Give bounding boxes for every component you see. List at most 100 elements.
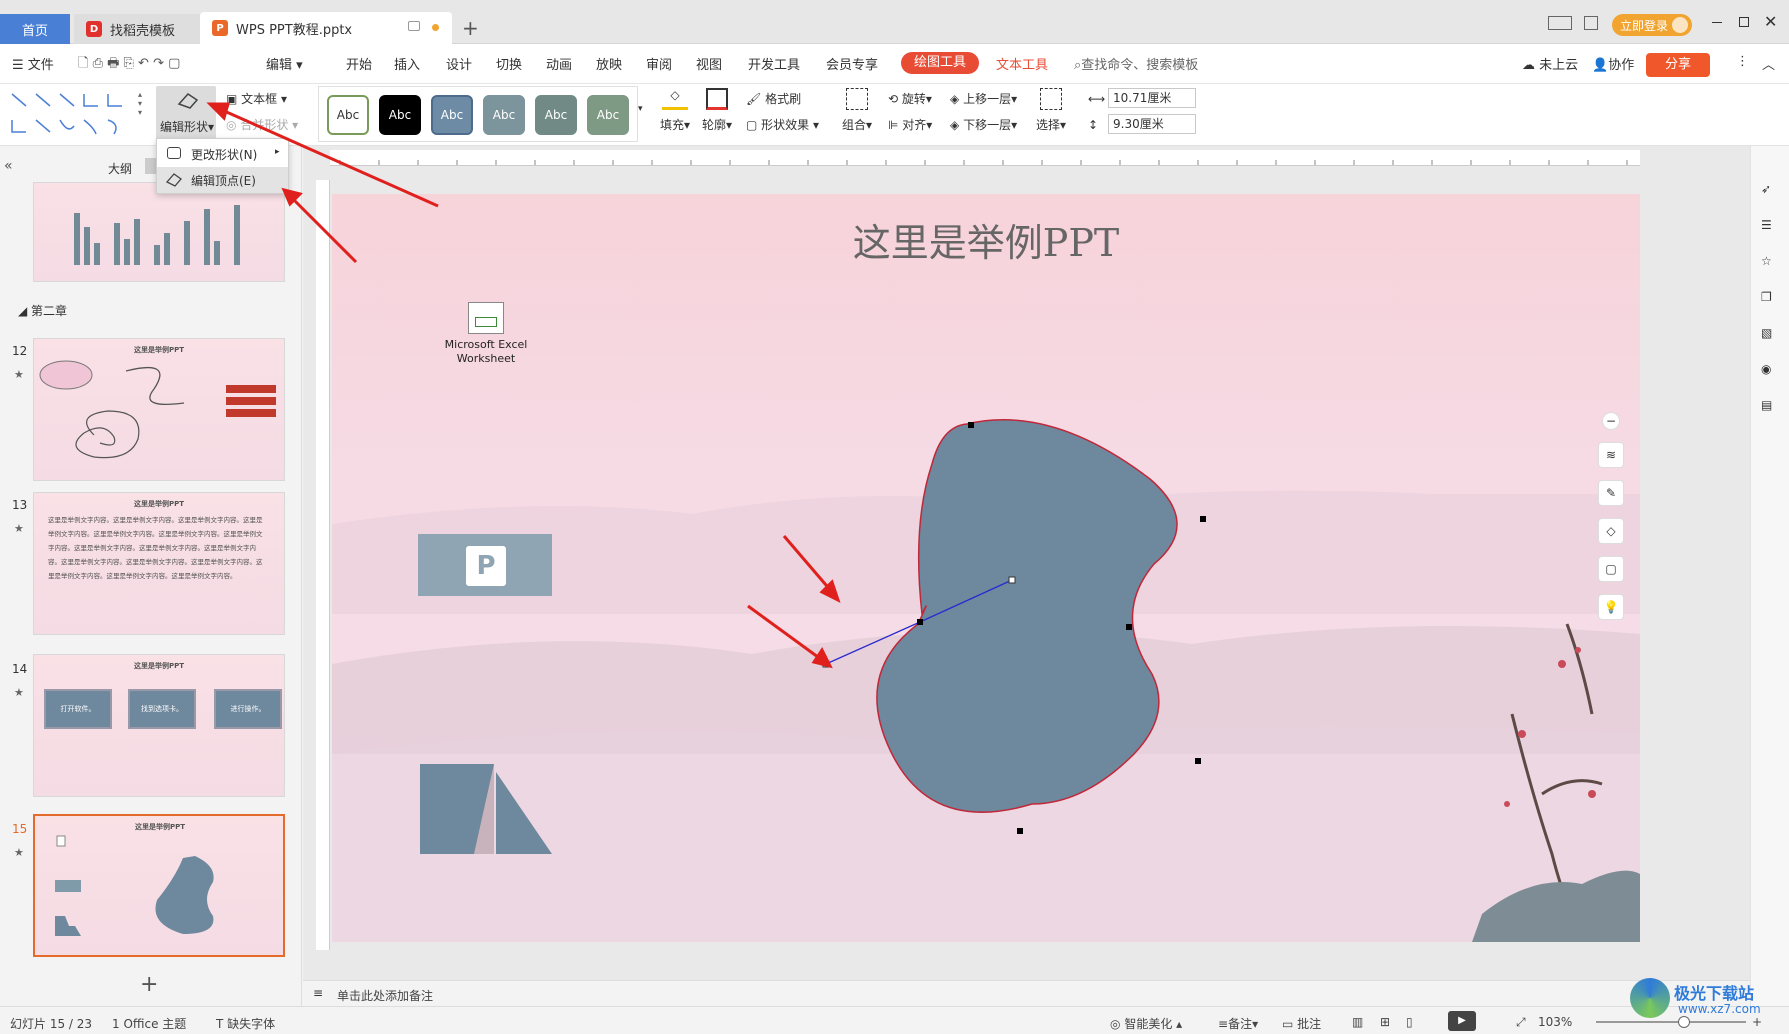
maximize-icon[interactable] xyxy=(1739,17,1749,27)
menu-edit[interactable]: 编辑 ▾ xyxy=(266,54,303,73)
width-input[interactable]: 10.71厘米 xyxy=(1108,88,1196,108)
style-swatch-2[interactable]: Abc xyxy=(379,95,421,135)
menu-switch[interactable]: 切换 xyxy=(496,54,522,73)
line-shapes-gallery[interactable] xyxy=(8,88,138,140)
style-swatch-4[interactable]: Abc xyxy=(483,95,525,135)
sliders-icon[interactable]: ☰ xyxy=(1761,218,1779,236)
menu-draw-tools[interactable]: 绘图工具 xyxy=(901,52,979,74)
slide-thumbnail-15[interactable]: 这里是举例PPT xyxy=(33,814,285,957)
quick-access-icons[interactable]: 🗋 ⎙ 🖶 ⎘ ↶ ↷ ▢ xyxy=(78,54,180,76)
smart-beautify-button[interactable]: ◎ 智能美化 ▴ xyxy=(1110,1015,1182,1032)
shape-style-gallery: Abc Abc Abc Abc Abc Abc xyxy=(318,86,638,142)
collapse-ribbon-icon[interactable]: ︿ xyxy=(1762,54,1775,73)
textbox-button[interactable]: ▣ 文本框 ▾ xyxy=(226,90,287,107)
zoom-level[interactable]: 103% xyxy=(1538,1015,1572,1029)
shape-effect-button[interactable]: ▢ 形状效果 ▾ xyxy=(746,116,819,133)
bring-forward-icon: ◈ xyxy=(950,92,960,106)
slide-number-14: 14 xyxy=(12,662,28,676)
merge-shape-button[interactable]: ◎ 合并形状 ▾ xyxy=(226,116,298,133)
share-button[interactable]: 分享 xyxy=(1646,53,1710,77)
select-button[interactable]: 选择▾ xyxy=(1036,86,1066,133)
group-button[interactable]: 组合▾ xyxy=(842,86,872,133)
format-painter-button[interactable]: 🖌 格式刷 xyxy=(746,90,801,107)
fit-window-icon[interactable]: ⤢ xyxy=(1516,1015,1526,1030)
menu-design[interactable]: 设计 xyxy=(446,54,472,73)
comment-button[interactable]: ▭ 批注 xyxy=(1282,1015,1321,1032)
edit-shape-dropdown: 更改形状(N) ▸ 编辑顶点(E) xyxy=(156,138,289,194)
monitor-icon[interactable] xyxy=(408,21,420,31)
notes-bar[interactable]: ≡ 单击此处添加备注 xyxy=(303,980,1750,1006)
normal-view-icon[interactable]: ▥ xyxy=(1352,1015,1363,1029)
menu-file[interactable]: ☰ 文件 xyxy=(12,54,54,73)
layout-icon[interactable] xyxy=(1548,16,1572,30)
change-shape-item[interactable]: 更改形状(N) ▸ xyxy=(157,141,288,167)
merge-shape-icon: ◎ xyxy=(226,118,237,132)
copy-icon[interactable]: ❐ xyxy=(1761,290,1779,308)
collapse-panel-icon[interactable]: « xyxy=(4,158,13,174)
menu-insert[interactable]: 插入 xyxy=(394,54,420,73)
tab-document[interactable]: P WPS PPT教程.pptx xyxy=(200,12,452,44)
cloud-icon: ☁ xyxy=(1522,58,1535,73)
style-swatch-1[interactable]: Abc xyxy=(327,95,369,135)
menu-view[interactable]: 视图 xyxy=(696,54,722,73)
align-button[interactable]: ⊫ 对齐▾ xyxy=(888,116,932,133)
gallery-scroll-icon[interactable]: ▴ ▾ ▾ xyxy=(138,90,142,117)
book-icon[interactable]: ▤ xyxy=(1761,398,1779,416)
location-icon[interactable]: ◉ xyxy=(1761,362,1779,380)
fill-bucket-icon: ◇ xyxy=(662,88,689,110)
more-icon[interactable]: ⋮ xyxy=(1736,54,1749,69)
minimize-icon[interactable] xyxy=(1712,22,1722,23)
rocket-icon[interactable]: ➶ xyxy=(1761,182,1779,200)
add-slide-button[interactable]: + xyxy=(140,972,158,997)
fill-button[interactable]: ◇ 填充▾ xyxy=(660,86,690,133)
animation-star-icon: ★ xyxy=(14,522,24,535)
sorter-view-icon[interactable]: ⊞ xyxy=(1380,1015,1390,1029)
menu-file-label: 文件 xyxy=(27,58,54,73)
send-backward-button[interactable]: ◈ 下移一层▾ xyxy=(950,116,1017,133)
tab-template[interactable]: D 找稻壳模板 xyxy=(74,14,200,44)
outline-button[interactable]: 轮廓▾ xyxy=(702,86,732,133)
height-input[interactable]: 9.30厘米 xyxy=(1108,114,1196,134)
notes-toggle-button[interactable]: ≡备注▾ xyxy=(1218,1015,1258,1032)
theme-name[interactable]: 1 Office 主题 xyxy=(112,1015,186,1032)
slide-thumbnail-14[interactable]: 这里是举例PPT 打开软件。 找到选项卡。 进行操作。 xyxy=(33,654,285,797)
menu-member[interactable]: 会员专享 xyxy=(826,54,878,73)
notes-icon: ≡ xyxy=(313,986,324,1000)
send-backward-label: 下移一层 xyxy=(963,118,1012,132)
grid-apps-icon[interactable] xyxy=(1584,16,1598,30)
cloud-status[interactable]: ☁ 未上云 xyxy=(1522,54,1578,73)
play-slideshow-button[interactable]: ▶ xyxy=(1448,1011,1476,1031)
bring-forward-button[interactable]: ◈ 上移一层▾ xyxy=(950,90,1017,107)
section-chapter-2[interactable]: ◢ 第二章 xyxy=(18,302,67,319)
style-gallery-expand-icon[interactable]: ▾ xyxy=(638,104,643,114)
collab-button[interactable]: 👤协作 xyxy=(1592,54,1634,73)
edit-shape-button[interactable]: 编辑形状▾ xyxy=(156,86,216,142)
slide-canvas[interactable]: 这里是举例PPT Microsoft Excel Worksheet P − ≋… xyxy=(332,194,1640,942)
image-icon[interactable]: ▧ xyxy=(1761,326,1779,344)
menu-text-tools[interactable]: 文本工具 xyxy=(996,54,1048,73)
menu-developer[interactable]: 开发工具 xyxy=(748,54,800,73)
menu-start[interactable]: 开始 xyxy=(346,54,372,73)
slide-thumbnail-12[interactable]: 这里是举例PPT xyxy=(33,338,285,481)
close-icon[interactable]: ✕ xyxy=(1764,12,1777,31)
style-swatch-5[interactable]: Abc xyxy=(535,95,577,135)
new-tab-button[interactable]: + xyxy=(462,16,479,40)
missing-font-button[interactable]: T 缺失字体 xyxy=(216,1015,275,1032)
outline-tab[interactable]: 大纲 xyxy=(108,160,132,177)
slide-thumbnail-11[interactable] xyxy=(33,182,285,282)
tab-home[interactable]: 首页 xyxy=(0,14,70,44)
rotate-button[interactable]: ⟲ 旋转▾ xyxy=(888,90,932,107)
style-swatch-3[interactable]: Abc xyxy=(431,95,473,135)
style-swatch-6[interactable]: Abc xyxy=(587,95,629,135)
tab-home-label: 首页 xyxy=(21,23,48,39)
star-icon[interactable]: ☆ xyxy=(1761,254,1779,272)
comment-label: 批注 xyxy=(1297,1017,1322,1031)
menu-animation[interactable]: 动画 xyxy=(546,54,572,73)
menu-review[interactable]: 审阅 xyxy=(646,54,672,73)
edit-points-item[interactable]: 编辑顶点(E) xyxy=(157,167,288,193)
slide-thumbnail-13[interactable]: 这里是举例PPT 这里是举例文字内容。这里是举例文字内容。这里是举例文字内容。这… xyxy=(33,492,285,635)
reading-view-icon[interactable]: ▯ xyxy=(1406,1015,1413,1029)
menu-slideshow[interactable]: 放映 xyxy=(596,54,622,73)
search-command[interactable]: ⌕查找命令、搜索模板 xyxy=(1074,54,1198,73)
login-button[interactable]: 立即登录 xyxy=(1612,14,1692,36)
